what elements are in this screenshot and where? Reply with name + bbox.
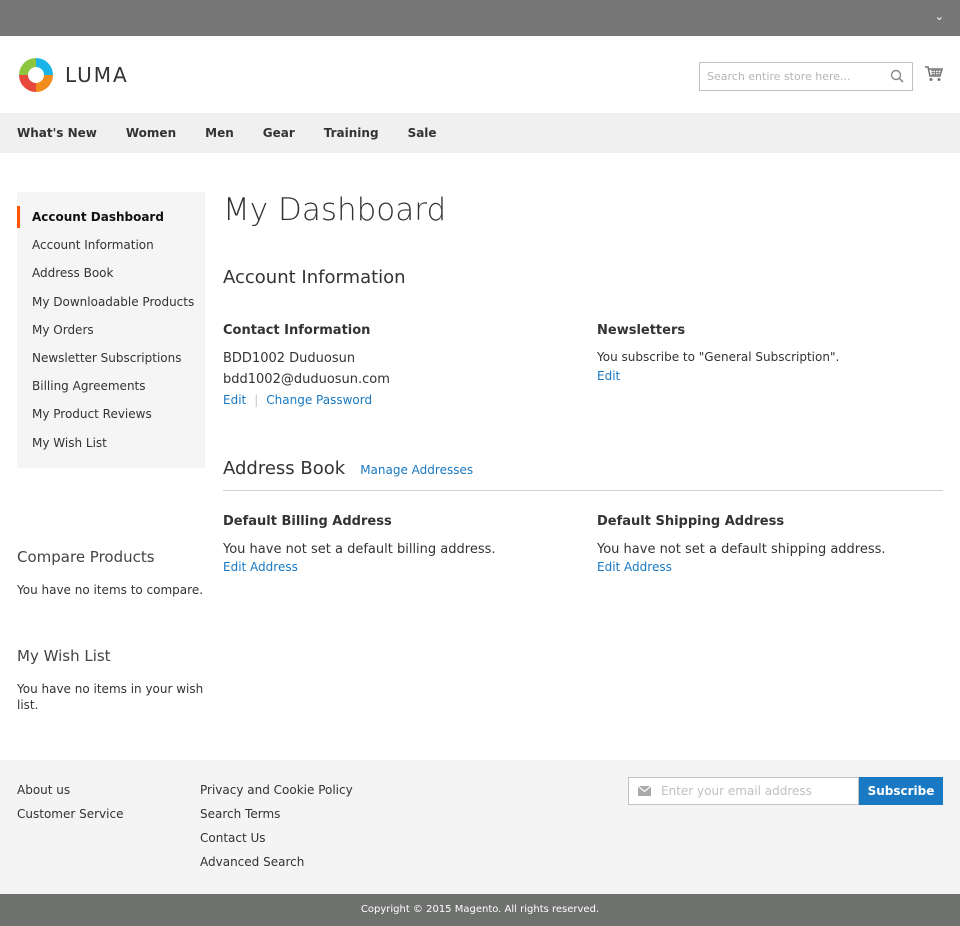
sidebar-item-newsletter-subscriptions[interactable]: Newsletter Subscriptions xyxy=(17,348,205,376)
footer-link-contact-us[interactable]: Contact Us xyxy=(200,826,353,850)
nav-item-gear[interactable]: Gear xyxy=(263,126,295,140)
footer-link-search-terms[interactable]: Search Terms xyxy=(200,802,353,826)
footer-link-advanced-search[interactable]: Advanced Search xyxy=(200,850,353,874)
shipping-address-actions: Edit Address xyxy=(597,560,937,574)
footer-links-col-2: Privacy and Cookie Policy Search Terms C… xyxy=(200,778,353,874)
sidebar-item-account-dashboard[interactable]: Account Dashboard xyxy=(17,205,205,235)
customer-name: BDD1002 Duduosun xyxy=(223,351,356,366)
sidebar-item-billing-agreements[interactable]: Billing Agreements xyxy=(17,376,205,404)
search-input[interactable] xyxy=(700,63,880,90)
compare-products-block: Compare Products You have no items to co… xyxy=(17,548,205,598)
sidebar-item-product-reviews[interactable]: My Product Reviews xyxy=(17,404,205,432)
newsletter-form: Subscribe xyxy=(628,777,943,805)
chevron-down-icon[interactable]: ⌄ xyxy=(935,10,944,23)
account-information-title: Account Information xyxy=(223,267,406,288)
nav-item-training[interactable]: Training xyxy=(324,126,379,140)
billing-address-actions: Edit Address xyxy=(223,560,563,574)
sidebar-item-account-information[interactable]: Account Information xyxy=(17,235,205,263)
manage-addresses-link[interactable]: Manage Addresses xyxy=(360,463,473,477)
sidebar-item-my-orders[interactable]: My Orders xyxy=(17,320,205,348)
nav-item-men[interactable]: Men xyxy=(205,126,234,140)
wishlist-text: You have no items in your wish list. xyxy=(17,682,204,712)
sidebar-item-downloadable-products[interactable]: My Downloadable Products xyxy=(17,292,205,320)
sidebar-item-wish-list[interactable]: My Wish List xyxy=(17,433,205,461)
address-book-divider xyxy=(223,490,943,491)
footer-links-col-1: About us Customer Service xyxy=(17,778,123,826)
wishlist-title: My Wish List xyxy=(17,647,111,665)
newsletters-actions: Edit xyxy=(597,369,937,383)
header: LUMA xyxy=(0,36,960,113)
nav-item-sale[interactable]: Sale xyxy=(408,126,437,140)
change-password-link[interactable]: Change Password xyxy=(266,393,372,407)
brand-name: LUMA xyxy=(65,63,129,87)
edit-shipping-address-link[interactable]: Edit Address xyxy=(597,560,672,574)
edit-contact-link[interactable]: Edit xyxy=(223,393,246,407)
edit-billing-address-link[interactable]: Edit Address xyxy=(223,560,298,574)
link-separator: | xyxy=(254,393,259,407)
account-sidebar: Account Dashboard Account Information Ad… xyxy=(17,192,205,468)
compare-products-text: You have no items to compare. xyxy=(17,583,204,597)
newsletters-title: Newsletters xyxy=(597,323,686,338)
contact-actions: Edit | Change Password xyxy=(223,393,563,407)
billing-address-text: You have not set a default billing addre… xyxy=(223,542,496,557)
footer-link-customer-service[interactable]: Customer Service xyxy=(17,802,123,826)
footer-link-privacy-policy[interactable]: Privacy and Cookie Policy xyxy=(200,778,353,802)
address-book-header: Address Book Manage Addresses xyxy=(223,458,473,479)
billing-address-title: Default Billing Address xyxy=(223,514,392,529)
nav-item-women[interactable]: Women xyxy=(126,126,176,140)
shipping-address-text: You have not set a default shipping addr… xyxy=(597,542,886,557)
shipping-address-title: Default Shipping Address xyxy=(597,514,785,529)
newsletters-text: You subscribe to "General Subscription". xyxy=(597,350,840,364)
footer: About us Customer Service Privacy and Co… xyxy=(0,760,960,894)
contact-information-box: Contact Information BDD1002 Duduosun bdd… xyxy=(223,323,563,407)
page-title: My Dashboard xyxy=(223,192,447,228)
sidebar-item-address-book[interactable]: Address Book xyxy=(17,263,205,291)
newsletter-email-field xyxy=(628,777,859,805)
address-book-title: Address Book xyxy=(223,458,346,479)
footer-link-about-us[interactable]: About us xyxy=(17,778,123,802)
wishlist-block: My Wish List You have no items in your w… xyxy=(17,647,205,713)
nav-item-whats-new[interactable]: What's New xyxy=(17,126,97,140)
edit-newsletters-link[interactable]: Edit xyxy=(597,369,620,383)
search-box xyxy=(699,62,913,91)
search-icon[interactable] xyxy=(890,69,904,87)
top-bar: ⌄ xyxy=(0,0,960,36)
newsletters-box: Newsletters You subscribe to "General Su… xyxy=(597,323,937,383)
contact-information-title: Contact Information xyxy=(223,323,371,338)
envelope-icon xyxy=(638,786,651,796)
default-shipping-address-box: Default Shipping Address You have not se… xyxy=(597,514,937,574)
customer-email: bdd1002@duduosun.com xyxy=(223,372,390,387)
luma-logo-icon xyxy=(19,58,53,92)
main-navigation: What's New Women Men Gear Training Sale xyxy=(0,113,960,153)
subscribe-button[interactable]: Subscribe xyxy=(859,777,943,805)
default-billing-address-box: Default Billing Address You have not set… xyxy=(223,514,563,574)
compare-products-title: Compare Products xyxy=(17,548,155,566)
cart-icon[interactable] xyxy=(925,66,944,86)
newsletter-email-input[interactable] xyxy=(661,784,841,798)
logo[interactable]: LUMA xyxy=(17,56,129,94)
copyright: Copyright © 2015 Magento. All rights res… xyxy=(0,894,960,926)
